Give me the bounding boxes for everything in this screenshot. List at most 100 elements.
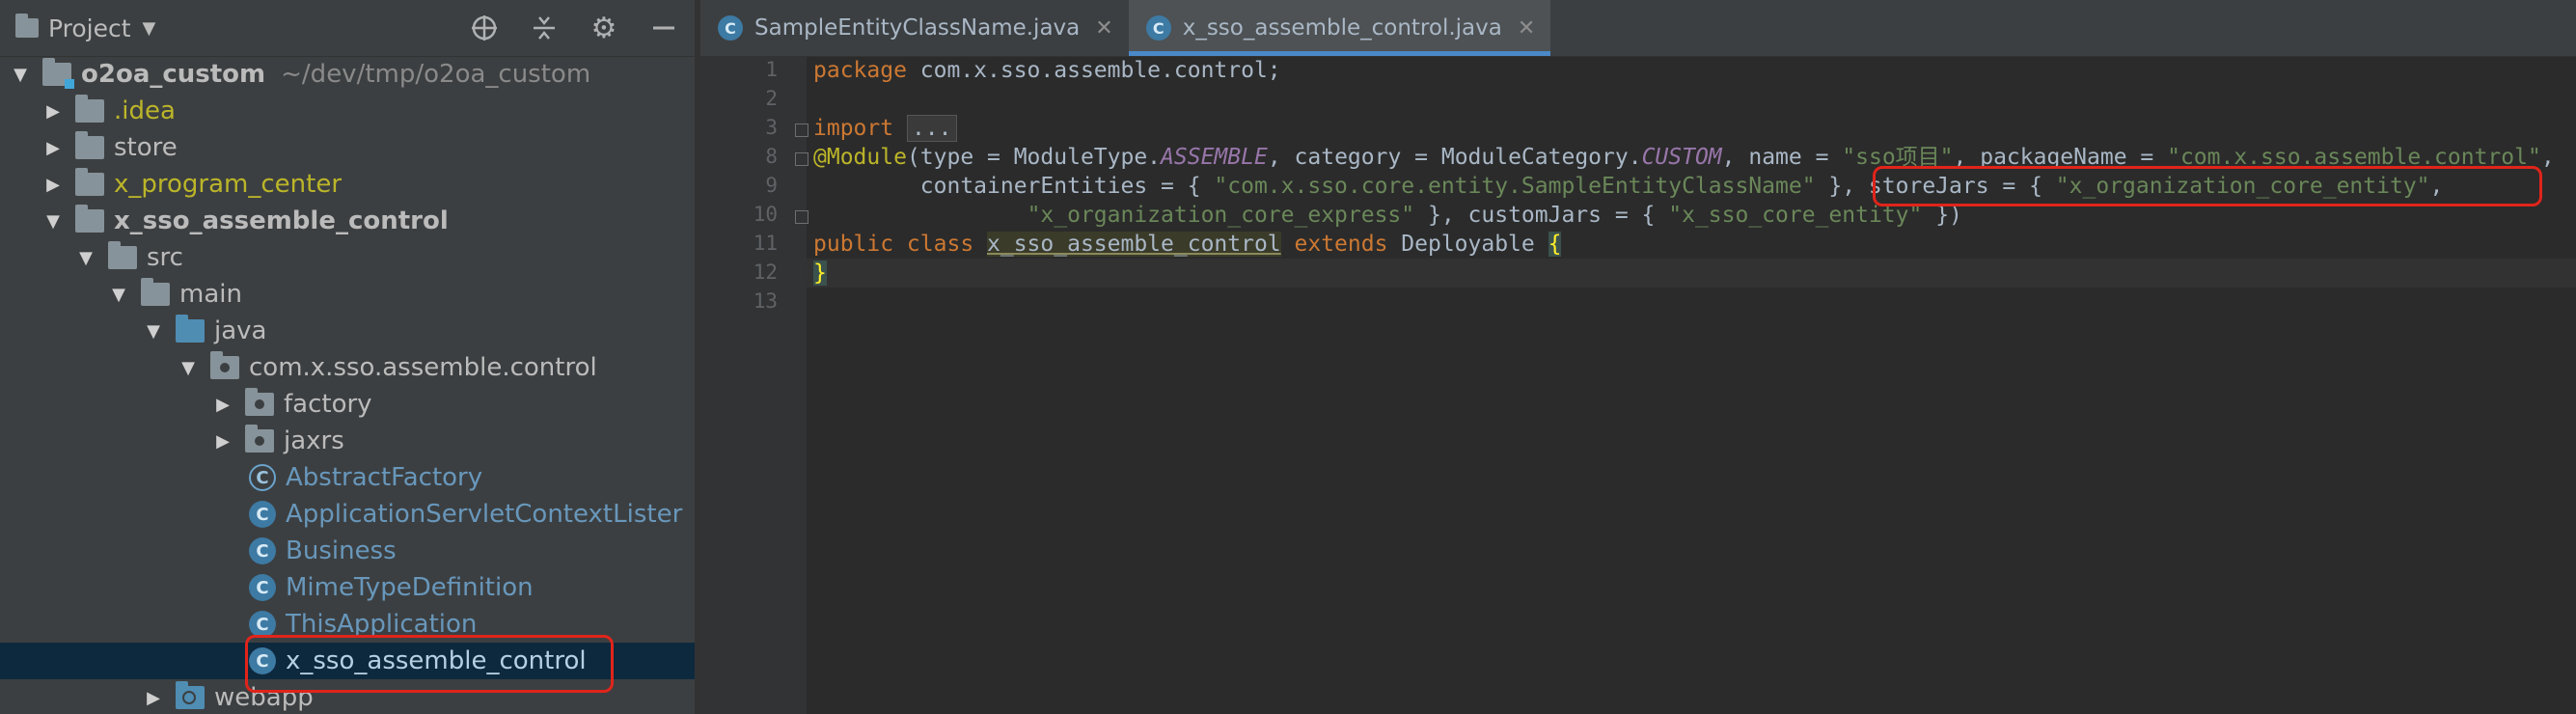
annotation: @Module — [813, 145, 907, 170]
class-icon: C — [1145, 15, 1171, 41]
class-name-identifier: x_sso_assemble_control — [987, 232, 1281, 257]
code-line-1: package com.x.sso.assemble.control; — [813, 56, 1281, 85]
code-text: , — [2540, 145, 2555, 170]
line-number: 10 — [753, 203, 778, 226]
class-icon: C — [249, 574, 276, 601]
tree-node-applicationservletcontextlister[interactable]: C ApplicationServletContextLister — [0, 496, 695, 533]
tree-node-store[interactable]: ▶ store — [0, 129, 695, 166]
tree-node-label: src — [147, 243, 183, 272]
folder-icon — [75, 131, 104, 159]
folder-icon — [15, 14, 39, 38]
chevron-down-icon: ▼ — [142, 17, 156, 39]
class-icon: C — [249, 537, 276, 564]
expand-arrow-icon[interactable]: ▶ — [143, 688, 164, 708]
tree-node-business[interactable]: C Business — [0, 533, 695, 569]
folder-icon — [108, 241, 137, 269]
tree-node-x-program-center[interactable]: ▶ x_program_center — [0, 166, 695, 203]
expand-arrow-icon[interactable]: ▶ — [42, 175, 64, 195]
line-number-gutter: 1 2 3 8 9 10 11 12 13 — [700, 56, 808, 714]
tree-node-package[interactable]: ▼ com.x.sso.assemble.control — [0, 349, 695, 386]
tree-node-src[interactable]: ▼ src — [0, 239, 695, 276]
expand-arrow-icon[interactable]: ▼ — [143, 321, 164, 342]
expand-arrow-icon[interactable]: ▼ — [10, 65, 31, 85]
gear-icon[interactable]: ⚙ — [587, 11, 621, 45]
tree-node-label: MimeTypeDefinition — [286, 573, 534, 602]
tree-node-label: java — [214, 316, 267, 345]
tree-node-label: x_sso_assemble_control — [114, 206, 449, 235]
tree-node-idea[interactable]: ▶ .idea — [0, 93, 695, 129]
project-panel: Project ▼ ⚙ ▼ o2oa_custom ~/dev/tmp/o2oa… — [0, 0, 695, 714]
expand-arrow-icon[interactable]: ▶ — [42, 138, 64, 158]
line-number: 12 — [753, 261, 778, 284]
tree-node-label: .idea — [114, 96, 176, 125]
expand-arrow-icon[interactable]: ▼ — [178, 358, 199, 378]
tree-node-x-sso-assemble-control-module[interactable]: ▼ x_sso_assemble_control — [0, 203, 695, 239]
tree-node-o2oa-custom[interactable]: ▼ o2oa_custom ~/dev/tmp/o2oa_custom — [0, 56, 695, 93]
brace-match: { — [1548, 232, 1562, 257]
tree-node-label: x_program_center — [114, 170, 343, 199]
hide-panel-icon[interactable] — [646, 11, 681, 45]
tab-label: x_sso_assemble_control.java — [1182, 15, 1502, 41]
project-panel-title: Project — [48, 14, 131, 42]
tree-node-label: o2oa_custom — [81, 60, 266, 89]
keyword: extends — [1280, 232, 1402, 257]
expand-arrow-icon[interactable]: ▶ — [42, 101, 64, 122]
expand-arrow-icon[interactable]: ▶ — [212, 395, 233, 415]
tree-node-mimetypedefinition[interactable]: C MimeTypeDefinition — [0, 569, 695, 606]
close-icon[interactable]: ✕ — [1518, 16, 1535, 41]
source-folder-icon — [176, 315, 205, 343]
editor-area: C SampleEntityClassName.java ✕ C x_sso_a… — [700, 0, 2576, 714]
class-icon: C — [249, 501, 276, 528]
expand-arrow-icon[interactable]: ▶ — [212, 431, 233, 452]
package-icon — [245, 388, 274, 416]
code-text: (type = ModuleType. — [906, 145, 1162, 170]
tree-node-label: com.x.sso.assemble.control — [249, 353, 597, 382]
scroll-from-source-icon[interactable] — [467, 11, 502, 45]
code-text: containerEntities = { — [813, 174, 1215, 199]
constant: ASSEMBLE — [1161, 145, 1268, 170]
tree-node-main[interactable]: ▼ main — [0, 276, 695, 313]
expand-arrow-icon[interactable]: ▼ — [42, 211, 64, 232]
code-text: , name = — [1721, 145, 1843, 170]
fold-toggle-icon[interactable] — [795, 152, 808, 166]
code-text: com.x.sso.assemble.control; — [906, 58, 1281, 83]
keyword: public class — [813, 232, 988, 257]
expand-arrow-icon[interactable]: ▼ — [108, 285, 129, 305]
tree-node-label: jaxrs — [284, 426, 344, 455]
ide-window: Project ▼ ⚙ ▼ o2oa_custom ~/dev/tmp/o2oa… — [0, 0, 2576, 714]
string-literal: "x_organization_core_express" — [1027, 203, 1415, 228]
constant: CUSTOM — [1641, 145, 1722, 170]
tab-x-sso-assemble-control[interactable]: C x_sso_assemble_control.java ✕ — [1128, 0, 1551, 56]
tree-node-abstractfactory[interactable]: C AbstractFactory — [0, 459, 695, 496]
close-icon[interactable]: ✕ — [1095, 16, 1112, 41]
package-icon — [210, 351, 239, 379]
fold-toggle-icon[interactable] — [795, 124, 808, 137]
brace-match: } — [813, 261, 827, 286]
collapse-all-icon[interactable] — [527, 11, 562, 45]
code-line-12: } — [807, 259, 2576, 288]
folded-imports[interactable]: ... — [906, 115, 957, 142]
folder-icon — [141, 278, 170, 306]
code-text: Deployable — [1401, 232, 1548, 257]
project-view-selector[interactable]: Project ▼ — [15, 14, 155, 42]
class-icon: C — [718, 15, 743, 41]
highlight-box-container-entities — [1873, 166, 2542, 206]
line-number: 13 — [753, 289, 778, 313]
tree-node-jaxrs[interactable]: ▶ jaxrs — [0, 423, 695, 459]
code-editor[interactable]: package com.x.sso.assemble.control; impo… — [807, 56, 2576, 714]
highlight-box-selected-class — [245, 635, 614, 693]
tree-node-factory[interactable]: ▶ factory — [0, 386, 695, 423]
fold-toggle-icon[interactable] — [795, 210, 808, 224]
code-line-11: public class x_sso_assemble_control exte… — [813, 230, 1562, 259]
tree-node-label: store — [114, 133, 178, 162]
tree-node-java[interactable]: ▼ java — [0, 313, 695, 349]
tree-node-label: main — [179, 280, 242, 309]
tab-sampleentityclassname[interactable]: C SampleEntityClassName.java ✕ — [700, 0, 1129, 56]
folder-icon — [75, 168, 104, 196]
keyword: package — [813, 58, 907, 83]
expand-arrow-icon[interactable]: ▼ — [75, 248, 96, 268]
line-number: 1 — [765, 58, 778, 81]
code-line-10: "x_organization_core_express" }, customJ… — [813, 201, 1962, 230]
tab-label: SampleEntityClassName.java — [754, 15, 1081, 41]
tree-node-label: AbstractFactory — [286, 463, 483, 492]
